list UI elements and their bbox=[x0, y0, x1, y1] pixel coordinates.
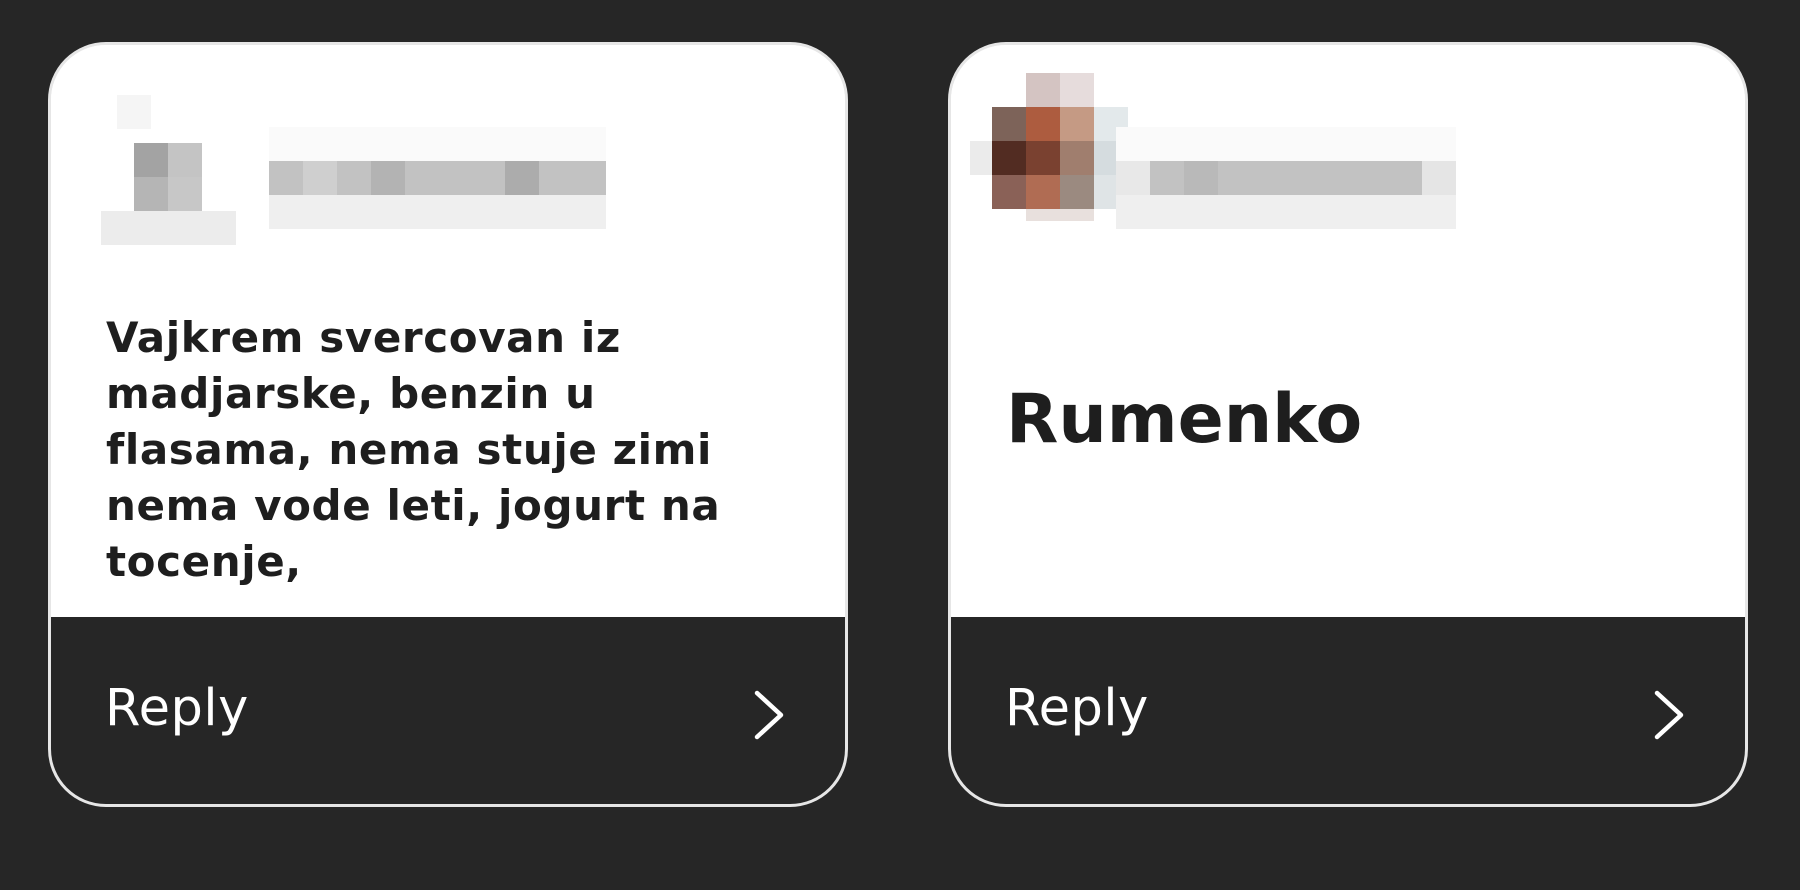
chevron-right-icon bbox=[754, 690, 784, 740]
message-text: Rumenko bbox=[1006, 380, 1363, 459]
username bbox=[1116, 127, 1471, 247]
avatar bbox=[101, 95, 241, 245]
card-body: Vajkrem svercovan iz madjarske, benzin u… bbox=[51, 45, 845, 620]
chevron-right-icon bbox=[1654, 690, 1684, 740]
reply-card: Vajkrem svercovan iz madjarske, benzin u… bbox=[48, 42, 848, 807]
reply-button[interactable]: Reply bbox=[51, 617, 845, 804]
card-body: Rumenko bbox=[951, 45, 1745, 620]
reply-button[interactable]: Reply bbox=[951, 617, 1745, 804]
reply-label: Reply bbox=[105, 679, 249, 738]
reply-card: Rumenko Reply bbox=[948, 42, 1748, 807]
username bbox=[269, 127, 609, 247]
message-text: Vajkrem svercovan iz madjarske, benzin u… bbox=[106, 313, 721, 586]
reply-label: Reply bbox=[1005, 679, 1149, 738]
